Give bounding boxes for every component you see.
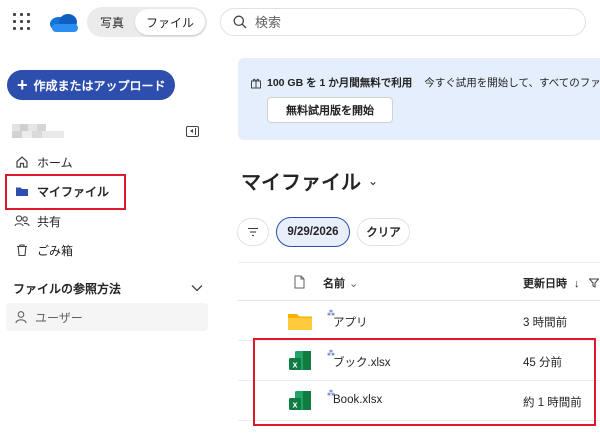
row-name: アプリ xyxy=(333,317,368,329)
row-modified: 約 1 時間前 xyxy=(523,397,582,409)
create-upload-button[interactable]: + 作成またはアップロード xyxy=(7,70,175,100)
filter-icon xyxy=(587,278,600,288)
home-icon xyxy=(14,154,30,170)
trash-icon xyxy=(14,242,30,258)
nav-home-label: ホーム xyxy=(37,155,73,170)
row-name: ブック.xlsx xyxy=(333,357,391,369)
filter-icon xyxy=(248,227,258,237)
file-list-header: 名前 ⌄ 更新日時 ↓ xyxy=(238,262,600,301)
banner-description: 今すぐ試用を開始して、すべてのファイル xyxy=(424,77,600,89)
account-name-blurred xyxy=(12,124,64,138)
page-title-text: マイファイル xyxy=(241,172,361,194)
row-name: Book.xlsx xyxy=(333,394,383,406)
chevron-down-icon: ⌄ xyxy=(349,278,359,290)
table-row[interactable]: ⁂ アプリ 3 時間前 xyxy=(238,301,600,341)
filter-button[interactable] xyxy=(237,218,269,246)
svg-text:x: x xyxy=(292,360,297,370)
browse-files-by-label: ファイルの参照方法 xyxy=(13,281,122,296)
page-title[interactable]: マイファイル ⌄ xyxy=(241,166,378,195)
sort-down-icon: ↓ xyxy=(574,278,580,290)
nav-shared[interactable]: 共有 xyxy=(6,207,206,235)
row-modified: 3 時間前 xyxy=(523,317,568,329)
table-row[interactable]: x ⁂ ブック.xlsx 45 分前 xyxy=(238,341,600,381)
nav-shared-label: 共有 xyxy=(37,214,62,229)
browse-by-people-label: ユーザー xyxy=(35,310,83,325)
chevron-down-icon xyxy=(191,285,203,292)
gift-icon xyxy=(251,78,261,88)
table-row[interactable]: x ⁂ Book.xlsx 約 1 時間前 xyxy=(238,381,600,421)
clear-filter-button[interactable]: クリア xyxy=(357,218,410,246)
nav-recycle-bin[interactable]: ごみ箱 xyxy=(6,236,206,264)
app-launcher-icon[interactable] xyxy=(10,10,32,32)
person-icon xyxy=(14,310,28,324)
excel-icon: x xyxy=(289,391,311,410)
collapse-sidebar-icon[interactable] xyxy=(186,126,199,137)
people-icon xyxy=(14,213,30,229)
onedrive-app: 写真 ファイル + 作成またはアップロード ホーム マイファイル xyxy=(0,0,600,434)
start-free-trial-button[interactable]: 無料試用版を開始 xyxy=(267,97,393,123)
trial-banner: 100 GB を 1 か月間無料で利用 今すぐ試用を開始して、すべてのファイル … xyxy=(238,58,600,140)
onedrive-logo xyxy=(50,14,78,32)
photos-tab[interactable]: 写真 xyxy=(89,9,135,35)
chevron-down-icon: ⌄ xyxy=(368,173,379,188)
browse-files-by-header[interactable]: ファイルの参照方法 xyxy=(13,278,203,298)
column-modified-label: 更新日時 xyxy=(523,278,567,290)
search-input[interactable] xyxy=(255,14,555,30)
nav-recycle-bin-label: ごみ箱 xyxy=(37,243,74,258)
column-name[interactable]: 名前 ⌄ xyxy=(323,275,358,291)
nav-my-files-label: マイファイル xyxy=(37,184,110,199)
browse-by-people[interactable]: ユーザー xyxy=(6,303,208,331)
folder-icon xyxy=(288,314,312,330)
column-modified[interactable]: 更新日時 ↓ xyxy=(523,275,600,291)
plus-icon: + xyxy=(17,75,28,95)
files-tab[interactable]: ファイル xyxy=(135,9,206,35)
banner-offer-text: 100 GB を 1 か月間無料で利用 xyxy=(267,77,413,89)
row-modified: 45 分前 xyxy=(523,357,562,369)
nav-my-files[interactable]: マイファイル xyxy=(6,177,206,205)
photos-files-switch: 写真 ファイル xyxy=(87,7,208,37)
search-icon xyxy=(233,15,247,29)
folder-icon xyxy=(14,183,30,199)
banner-text-line: 100 GB を 1 か月間無料で利用 今すぐ試用を開始して、すべてのファイル xyxy=(250,75,600,90)
date-filter-chip[interactable]: 9/29/2026 xyxy=(276,217,350,247)
nav-home[interactable]: ホーム xyxy=(6,148,206,176)
create-upload-label: 作成またはアップロード xyxy=(33,78,166,93)
svg-text:x: x xyxy=(292,400,297,410)
file-type-icon xyxy=(294,275,305,289)
column-name-label: 名前 xyxy=(323,278,345,290)
search-box[interactable] xyxy=(220,8,586,36)
excel-icon: x xyxy=(289,351,311,370)
